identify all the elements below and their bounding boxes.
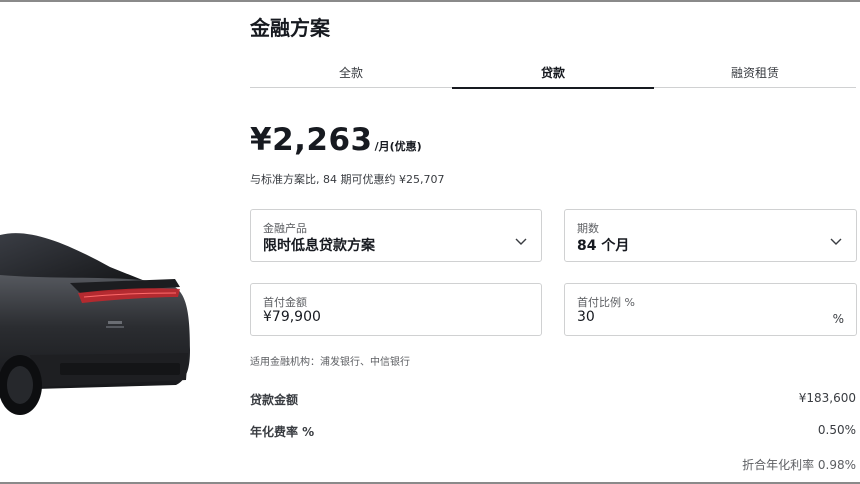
annual-fee-label: 年化费率 % [250, 425, 315, 439]
apr-note: 折合年化利率 0.98% [742, 458, 856, 472]
finance-product-value: 限时低息贷款方案 [263, 238, 375, 254]
term-value: 84 个月 [577, 238, 630, 254]
annual-fee-row: 年化费率 % 0.50% [250, 423, 856, 440]
down-ratio-label: 首付比例 % [577, 296, 635, 309]
tab-finance-lease[interactable]: 融资租赁 [654, 56, 856, 87]
percent-suffix: % [832, 312, 844, 326]
finance-product-select[interactable]: 金融产品 限时低息贷款方案 [250, 209, 542, 262]
finance-panel: 金融方案 全款 贷款 融资租赁 ¥2,263 /月(优惠) 与标准方案比, 84… [250, 0, 857, 484]
car-rear-image [0, 233, 190, 415]
chevron-down-icon [515, 238, 527, 245]
down-ratio-input[interactable]: 首付比例 % 30 % [564, 283, 857, 336]
chevron-down-icon [830, 238, 842, 245]
loan-amount-row: 贷款金额 ¥183,600 [250, 391, 856, 408]
institutions-note: 适用金融机构：浦发银行、中信银行 [250, 357, 410, 368]
page-title: 金融方案 [250, 16, 330, 40]
finance-product-label: 金融产品 [263, 222, 307, 235]
down-payment-value: ¥79,900 [263, 309, 321, 325]
price-unit: /月(优惠) [374, 140, 422, 153]
term-label: 期数 [577, 222, 599, 235]
annual-fee-value: 0.50% [817, 423, 856, 437]
payment-tabs: 全款 贷款 融资租赁 [250, 56, 856, 89]
term-select[interactable]: 期数 84 个月 [564, 209, 857, 262]
tab-full-payment[interactable]: 全款 [250, 56, 452, 87]
loan-amount-value: ¥183,600 [798, 391, 856, 405]
loan-amount-label: 贷款金额 [250, 393, 299, 407]
tab-loan[interactable]: 贷款 [452, 56, 654, 89]
price-amount: ¥2,263 [250, 122, 373, 158]
monthly-price: ¥2,263 /月(优惠) [250, 122, 422, 158]
savings-note: 与标准方案比, 84 期可优惠约 ¥25,707 [250, 173, 445, 186]
down-payment-input[interactable]: 首付金额 ¥79,900 [250, 283, 542, 336]
down-payment-label: 首付金额 [263, 296, 307, 309]
down-ratio-value: 30 [577, 309, 595, 325]
